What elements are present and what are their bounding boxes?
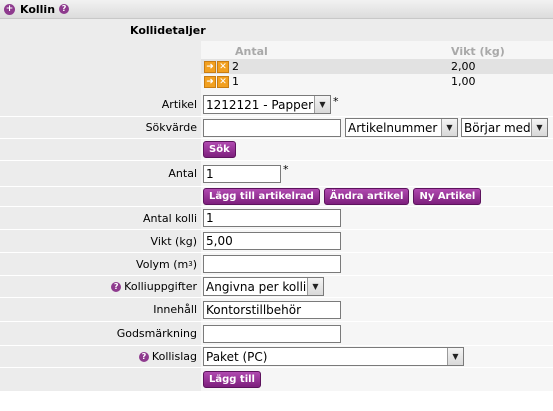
search-type-select[interactable]: Artikelnummer ▼ — [345, 118, 458, 137]
items-label-cell — [0, 41, 201, 93]
search-match-select[interactable]: Börjar med ▼ — [461, 118, 548, 137]
vikt-label: Vikt (kg) — [0, 230, 201, 252]
edit-article-button[interactable]: Ändra artikel — [323, 188, 410, 205]
sok-button-row: Sök — [0, 139, 553, 161]
volym-row: Volym (m 3) — [0, 253, 553, 276]
artikel-select[interactable]: 1212121 - Papper ▼ — [203, 95, 331, 114]
sokvarde-row: Sökvärde Artikelnummer ▼ Börjar med ▼ — [0, 117, 553, 139]
kollislag-value: Paket (PC) — [206, 349, 268, 364]
table-row: ➜ ✕ 2 2,00 — [201, 59, 553, 74]
volym-input[interactable] — [203, 255, 341, 273]
chevron-down-icon[interactable]: ▼ — [441, 119, 457, 136]
article-rows-section: Antal Vikt (kg) ➜ ✕ 2 2,00 ➜ ✕ 1 1,00 — [0, 41, 553, 93]
kollislag-row: ? Kollislag Paket (PC) ▼ — [0, 346, 553, 368]
help-icon[interactable]: ? — [111, 281, 122, 292]
row-antal: 1 — [232, 75, 239, 88]
volym-label: Volym (m 3) — [0, 253, 201, 275]
godsmarkning-input[interactable] — [203, 324, 341, 343]
article-rows-table: Antal Vikt (kg) ➜ ✕ 2 2,00 ➜ ✕ 1 1,00 — [201, 41, 553, 93]
chevron-down-icon[interactable]: ▼ — [314, 96, 330, 113]
search-match-value: Börjar med — [464, 120, 531, 135]
sokvarde-label: Sökvärde — [0, 117, 201, 138]
required-marker: * — [283, 163, 289, 176]
section-title: Kollidetaljer — [0, 19, 553, 41]
add-button-row: Lägg till — [0, 368, 553, 392]
kollislag-select[interactable]: Paket (PC) ▼ — [203, 347, 464, 366]
delete-x-icon[interactable]: ✕ — [217, 60, 229, 73]
column-header-antal: Antal — [235, 45, 268, 58]
help-icon[interactable]: ? — [59, 4, 70, 14]
add-button[interactable]: Lägg till — [203, 371, 261, 388]
innehall-input[interactable]: Kontorstillbehör — [203, 300, 341, 319]
innehall-label: Innehåll — [0, 298, 201, 321]
column-header-vikt: Vikt (kg) — [451, 45, 505, 58]
search-type-value: Artikelnummer — [348, 120, 438, 135]
antal-row: Antal 1 * — [0, 161, 553, 187]
help-icon[interactable]: ? — [138, 351, 149, 362]
table-header: Antal Vikt (kg) — [201, 44, 553, 59]
artikel-select-value: 1212121 - Papper — [206, 97, 314, 112]
antal-kolli-input[interactable]: 1 — [203, 209, 341, 227]
artikel-label: Artikel — [0, 93, 201, 116]
godsmarkning-label: Godsmärkning — [0, 322, 201, 345]
edit-arrow-icon[interactable]: ➜ — [204, 75, 216, 88]
row-antal: 2 — [232, 60, 239, 73]
sok-button[interactable]: Sök — [203, 141, 236, 158]
antal-label: Antal — [0, 161, 201, 186]
kolliuppgifter-select[interactable]: Angivna per kolli ▼ — [203, 277, 324, 296]
kolliuppgifter-row: ? Kolliuppgifter Angivna per kolli ▼ — [0, 276, 553, 298]
row-vikt: 1,00 — [451, 75, 476, 88]
chevron-down-icon[interactable]: ▼ — [307, 278, 323, 295]
vikt-input[interactable]: 5,00 — [203, 232, 341, 250]
antal-kolli-row: Antal kolli 1 — [0, 207, 553, 230]
edit-arrow-icon[interactable]: ➜ — [204, 60, 216, 73]
antal-input[interactable]: 1 — [203, 164, 281, 183]
kolliuppgifter-value: Angivna per kolli — [206, 279, 307, 294]
innehall-row: Innehåll Kontorstillbehör — [0, 298, 553, 322]
antal-kolli-label: Antal kolli — [0, 207, 201, 229]
table-row: ➜ ✕ 1 1,00 — [201, 74, 553, 89]
kollin-panel: + Kollin ? Kollidetaljer Antal Vikt (kg)… — [0, 0, 553, 411]
article-buttons-row: Lägg till artikelrad Ändra artikel Ny Ar… — [0, 187, 553, 207]
expand-plus-icon[interactable]: + — [4, 3, 15, 15]
kolliuppgifter-label: Kolliuppgifter — [124, 280, 197, 293]
panel-title: Kollin — [20, 2, 56, 16]
chevron-down-icon[interactable]: ▼ — [531, 119, 547, 136]
godsmarkning-row: Godsmärkning — [0, 322, 553, 346]
row-vikt: 2,00 — [451, 60, 476, 73]
panel-header[interactable]: + Kollin ? — [0, 0, 553, 19]
new-article-button[interactable]: Ny Artikel — [413, 188, 482, 205]
kollislag-label: Kollislag — [151, 350, 197, 363]
artikel-row: Artikel 1212121 - Papper ▼ * — [0, 93, 553, 117]
search-input[interactable] — [203, 118, 341, 137]
required-marker: * — [333, 95, 339, 108]
chevron-down-icon[interactable]: ▼ — [447, 348, 463, 365]
vikt-row: Vikt (kg) 5,00 — [0, 230, 553, 253]
add-article-row-button[interactable]: Lägg till artikelrad — [203, 188, 320, 205]
delete-x-icon[interactable]: ✕ — [217, 75, 229, 88]
